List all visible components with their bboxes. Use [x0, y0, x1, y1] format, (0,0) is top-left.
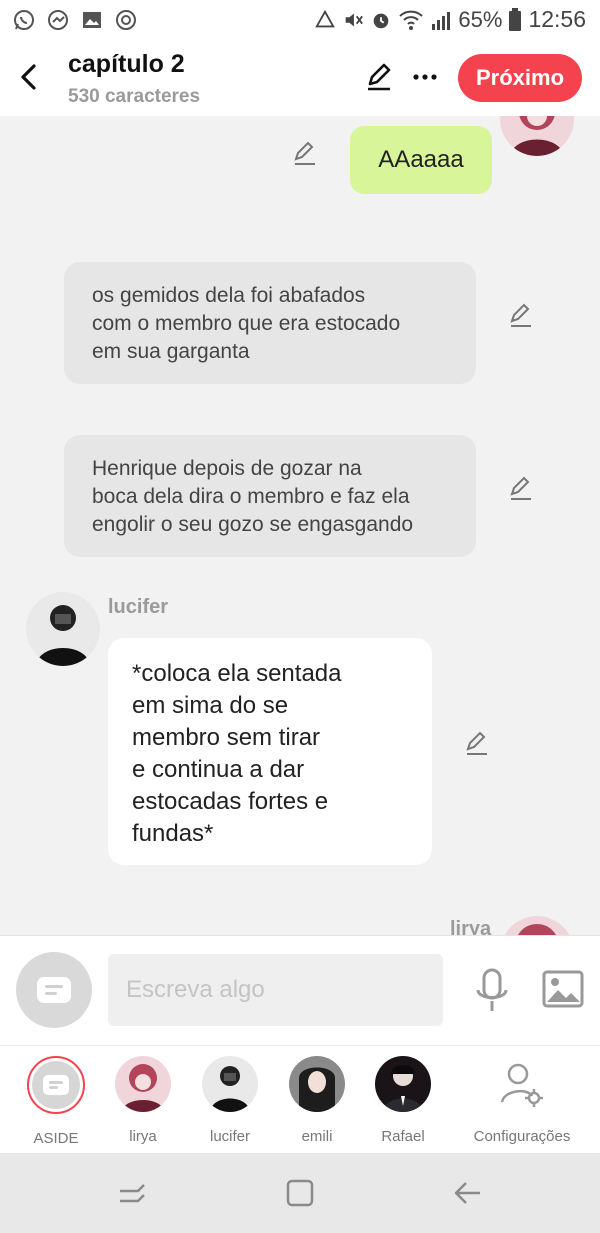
microphone-icon[interactable]: [474, 968, 510, 1014]
character-aside[interactable]: ASIDE: [16, 1056, 96, 1147]
chat-bubble-icon: [37, 977, 71, 1003]
sync-icon: [116, 10, 136, 30]
message-line: em sima do se: [132, 692, 289, 719]
system-nav-bar: [0, 1153, 600, 1233]
back-arrow-icon[interactable]: [14, 60, 42, 94]
message-line: boca dela dira o membro e faz ela: [92, 485, 410, 508]
character-label: Configurações: [473, 1128, 571, 1145]
next-chapter-button[interactable]: Próximo: [458, 54, 582, 102]
edit-pencil-icon[interactable]: [362, 60, 396, 94]
edit-message-icon[interactable]: [462, 728, 492, 758]
avatar-lucifer[interactable]: [26, 592, 100, 666]
character-name: lirya: [450, 918, 492, 935]
character-lucifer[interactable]: lucifer: [190, 1056, 270, 1145]
message-line: *coloca ela sentada: [132, 660, 342, 687]
nav-back-icon[interactable]: [452, 1177, 484, 1209]
character-message-bubble[interactable]: *coloca ela sentada em sima do se membro…: [108, 638, 432, 865]
message-line: Henrique depois de gozar na: [92, 457, 362, 480]
avatar-lirya: [500, 116, 574, 156]
aside-avatar: [27, 1056, 85, 1114]
edit-message-icon[interactable]: [290, 138, 320, 168]
battery-icon: [509, 7, 522, 31]
signal-icon: [432, 11, 451, 30]
message-input[interactable]: [108, 954, 443, 1026]
user-settings-icon: [500, 1063, 543, 1107]
system-status: 65% 12:56: [314, 6, 586, 33]
chapter-header: capítulo 2 530 caracteres Próximo: [0, 40, 600, 116]
narration-bubble[interactable]: os gemidos dela foi abafados com o membr…: [64, 262, 476, 384]
message-line: e continua a dar: [132, 756, 305, 783]
character-lirya[interactable]: lirya: [103, 1056, 183, 1145]
avatar: [375, 1056, 431, 1112]
home-icon[interactable]: [284, 1177, 316, 1209]
message-composer: [0, 935, 600, 1045]
aside-toggle-button[interactable]: [16, 952, 92, 1028]
chat-bubble-icon: [43, 1075, 69, 1095]
data-saver-icon: [315, 9, 336, 27]
messenger-icon: [48, 10, 68, 30]
character-label: Rafael: [381, 1128, 425, 1145]
character-name: lucifer: [108, 596, 169, 618]
clock: 12:56: [528, 6, 586, 32]
character-rafael[interactable]: Rafael: [363, 1056, 443, 1145]
notification-icons: [12, 8, 138, 32]
message-line: engolir o seu gozo se engasgando: [92, 513, 414, 536]
character-count: 530 caracteres: [68, 86, 201, 107]
character-label: ASIDE: [33, 1130, 79, 1147]
avatar-lirya: [500, 916, 574, 935]
character-label: lucifer: [209, 1128, 250, 1145]
more-options-icon[interactable]: [410, 62, 440, 92]
edit-message-icon[interactable]: [506, 473, 536, 503]
message-line: em sua garganta: [92, 340, 250, 363]
message-line: com o membro que era estocado: [92, 312, 401, 335]
chat-area[interactable]: AAaaaa os gemidos dela foi abafados com …: [0, 116, 600, 935]
edit-message-icon[interactable]: [506, 300, 536, 330]
mute-icon: [346, 13, 364, 26]
chapter-title: capítulo 2: [68, 50, 185, 78]
outgoing-message-bubble[interactable]: AAaaaa: [350, 126, 492, 194]
message-line: fundas*: [132, 820, 214, 847]
message-line: os gemidos dela foi abafados: [92, 284, 366, 307]
character-emili[interactable]: emili: [277, 1056, 357, 1145]
character-label: lirya: [129, 1128, 157, 1145]
settings-button[interactable]: Configurações: [472, 1056, 572, 1145]
gallery-icon: [83, 12, 101, 28]
narration-bubble[interactable]: Henrique depois de gozar na boca dela di…: [64, 435, 476, 557]
status-bar: 65% 12:56: [0, 0, 600, 40]
avatar: [202, 1056, 258, 1112]
alarm-icon: [374, 13, 389, 28]
character-label: emili: [301, 1128, 333, 1145]
image-upload-icon[interactable]: [542, 970, 584, 1008]
whatsapp-icon: [14, 10, 34, 30]
avatar: [289, 1056, 345, 1112]
wifi-icon: [399, 10, 424, 30]
recent-apps-icon[interactable]: [116, 1177, 148, 1209]
character-selector: ASIDE lirya lucifer emili Rafael Configu…: [0, 1045, 600, 1153]
battery-percent: 65%: [458, 6, 503, 32]
message-line: estocadas fortes e: [132, 788, 329, 815]
avatar: [115, 1056, 171, 1112]
message-line: membro sem tirar: [132, 724, 321, 751]
